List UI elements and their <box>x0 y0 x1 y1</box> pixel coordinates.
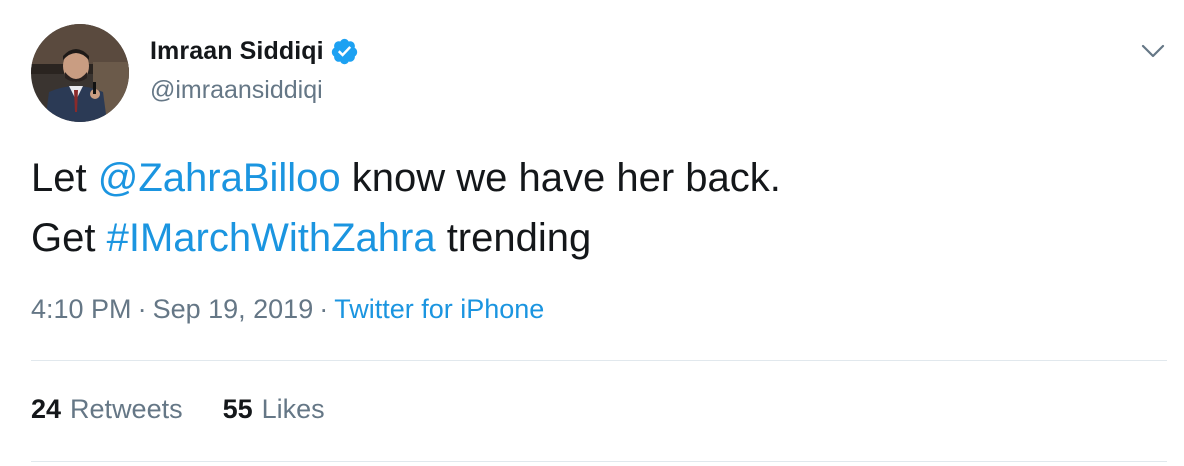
tweet-text-segment: trending <box>435 216 592 260</box>
chevron-down-icon[interactable] <box>1138 36 1168 66</box>
tweet-text-segment: know we have her back. <box>340 156 781 200</box>
tweet-text-segment: Let <box>31 156 98 200</box>
divider <box>31 461 1167 462</box>
author-display-name[interactable]: Imraan Siddiqi <box>150 37 324 66</box>
hashtag-link[interactable]: #IMarchWithZahra <box>107 216 436 260</box>
likes-label: Likes <box>261 394 325 424</box>
tweet-text-segment: Get <box>31 216 107 260</box>
likes-stat[interactable]: 55 Likes <box>223 394 325 425</box>
retweets-count: 24 <box>31 394 62 424</box>
tweet-card: Imraan Siddiqi @imraansiddiqi Let @Zahra… <box>0 0 1184 466</box>
tweet-stats: 24 Retweets 55 Likes <box>31 394 325 425</box>
retweets-stat[interactable]: 24 Retweets <box>31 394 183 425</box>
author-name-row[interactable]: Imraan Siddiqi <box>150 37 359 66</box>
author-handle[interactable]: @imraansiddiqi <box>150 76 323 105</box>
tweet-date[interactable]: Sep 19, 2019 <box>153 294 314 324</box>
avatar[interactable] <box>31 24 129 122</box>
meta-separator: · <box>319 294 329 324</box>
tweet-line-2: Get #IMarchWithZahra trending <box>31 208 1151 268</box>
tweet-time[interactable]: 4:10 PM <box>31 294 132 324</box>
tweet-text: Let @ZahraBilloo know we have her back. … <box>31 148 1151 268</box>
tweet-line-1: Let @ZahraBilloo know we have her back. <box>31 148 1151 208</box>
avatar-image <box>31 24 129 122</box>
tweet-source-link[interactable]: Twitter for iPhone <box>334 294 544 324</box>
divider <box>31 360 1167 361</box>
tweet-meta: 4:10 PM · Sep 19, 2019 · Twitter for iPhone <box>31 294 544 325</box>
retweets-label: Retweets <box>70 394 183 424</box>
mention-link[interactable]: @ZahraBilloo <box>98 156 341 200</box>
meta-separator: · <box>137 294 147 324</box>
verified-badge-icon <box>330 37 359 66</box>
likes-count: 55 <box>222 394 253 424</box>
